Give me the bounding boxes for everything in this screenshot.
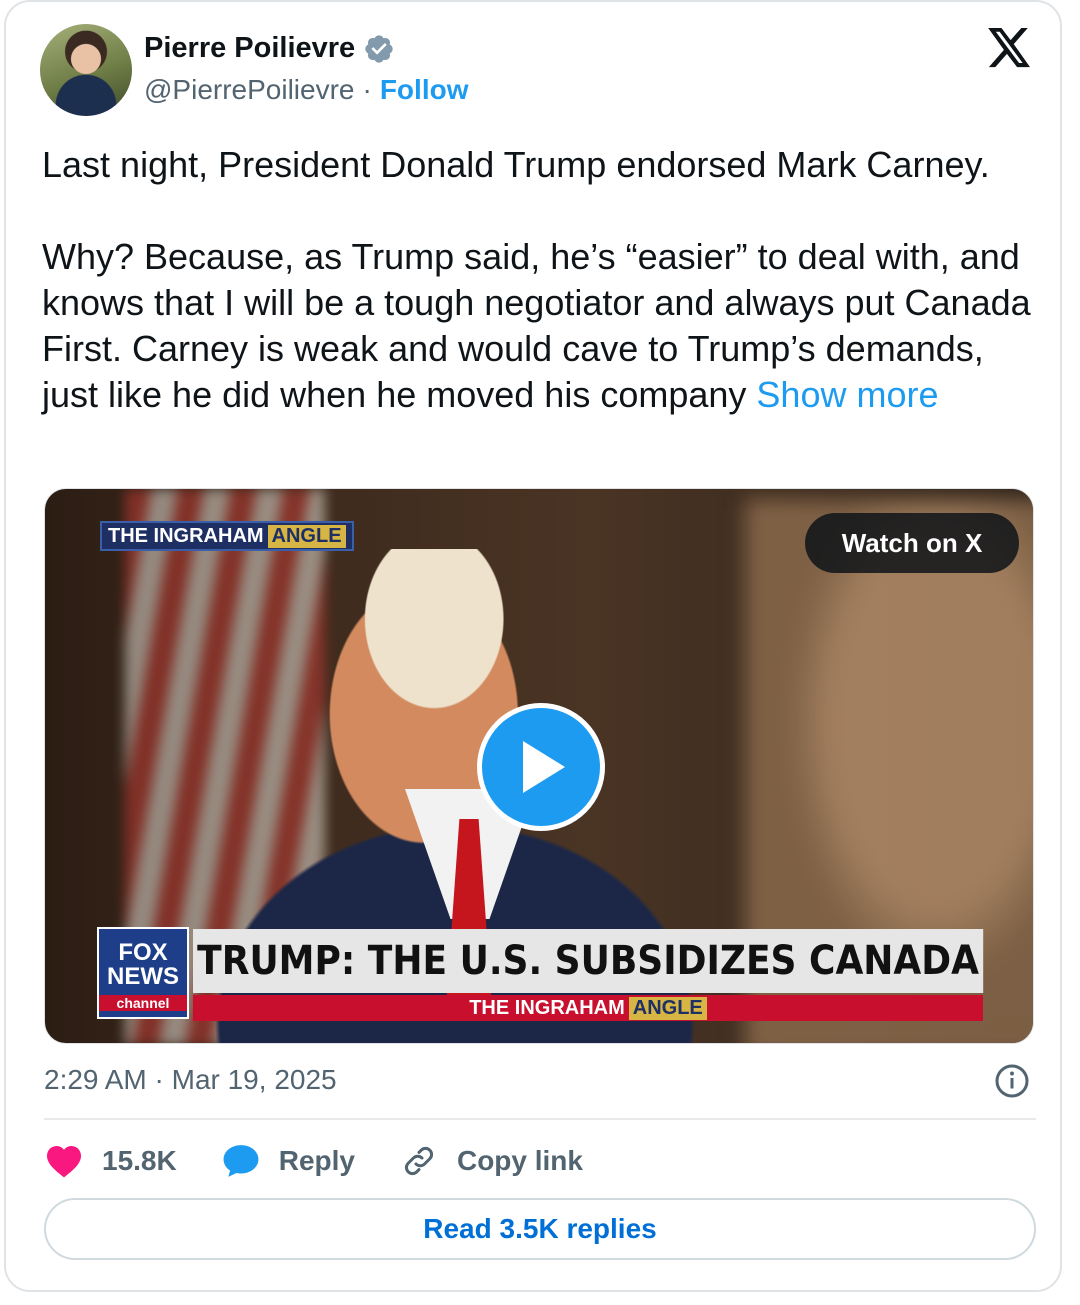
author-name[interactable]: Pierre Poilievre bbox=[144, 32, 355, 65]
copy-link-label: Copy link bbox=[456, 1145, 583, 1176]
author-handle-row: @PierrePoilievre · Follow bbox=[144, 74, 468, 106]
network-line-1: FOX bbox=[118, 939, 168, 966]
copy-link-button[interactable]: Copy link bbox=[399, 1141, 583, 1181]
network-line-2: NEWS bbox=[107, 963, 179, 990]
show-angle: ANGLE bbox=[267, 524, 346, 548]
reply-bubble-icon bbox=[221, 1141, 261, 1181]
info-icon[interactable] bbox=[994, 1063, 1030, 1099]
tweet-paragraph-2: Why? Because, as Trump said, he’s “easie… bbox=[42, 234, 1042, 418]
sub-show-name: THE INGRAHAM bbox=[469, 996, 625, 1019]
tweet-paragraph-1: Last night, President Donald Trump endor… bbox=[42, 144, 990, 185]
heart-icon bbox=[44, 1141, 84, 1181]
x-logo-icon[interactable] bbox=[988, 28, 1032, 68]
link-icon bbox=[399, 1141, 439, 1181]
show-more-link[interactable]: Show more bbox=[756, 374, 938, 415]
watch-on-x-button[interactable]: Watch on X bbox=[805, 513, 1019, 573]
follow-button[interactable]: Follow bbox=[380, 74, 469, 106]
video-subbar: THE INGRAHAM ANGLE bbox=[193, 995, 983, 1021]
video-player[interactable]: THE INGRAHAM ANGLE Watch on X FOX NEWS c… bbox=[44, 488, 1034, 1044]
show-name: THE INGRAHAM bbox=[108, 524, 264, 547]
verified-badge-icon bbox=[365, 34, 393, 63]
play-button[interactable] bbox=[477, 703, 605, 831]
tweet-card: Pierre Poilievre @PierrePoilievre · Foll… bbox=[4, 0, 1062, 1292]
play-icon bbox=[523, 741, 565, 793]
tweet-text: Last night, President Donald Trump endor… bbox=[42, 142, 1042, 418]
author-name-row: Pierre Poilievre bbox=[144, 32, 395, 65]
read-replies-button[interactable]: Read 3.5K replies bbox=[44, 1198, 1036, 1260]
like-button[interactable]: 15.8K bbox=[44, 1141, 177, 1181]
avatar[interactable] bbox=[40, 24, 132, 116]
video-headline: TRUMP: THE U.S. SUBSIDIZES CANADA bbox=[193, 929, 984, 993]
sub-show-angle: ANGLE bbox=[628, 996, 707, 1020]
lower-third: FOX NEWS channel TRUMP: THE U.S. SUBSIDI… bbox=[97, 927, 984, 1021]
author-handle[interactable]: @PierrePoilievre bbox=[144, 74, 355, 106]
separator-dot: · bbox=[362, 74, 372, 105]
fox-news-logo: FOX NEWS channel bbox=[97, 927, 189, 1019]
show-logo: THE INGRAHAM ANGLE bbox=[100, 521, 354, 551]
reply-button[interactable]: Reply bbox=[221, 1141, 355, 1181]
tweet-timestamp[interactable]: 2:29 AM · Mar 19, 2025 bbox=[44, 1064, 337, 1096]
like-count: 15.8K bbox=[102, 1145, 177, 1176]
reply-label: Reply bbox=[278, 1145, 355, 1176]
action-bar: 15.8K Reply Copy link bbox=[44, 1138, 627, 1184]
network-line-3: channel bbox=[99, 995, 187, 1011]
divider bbox=[44, 1118, 1036, 1120]
